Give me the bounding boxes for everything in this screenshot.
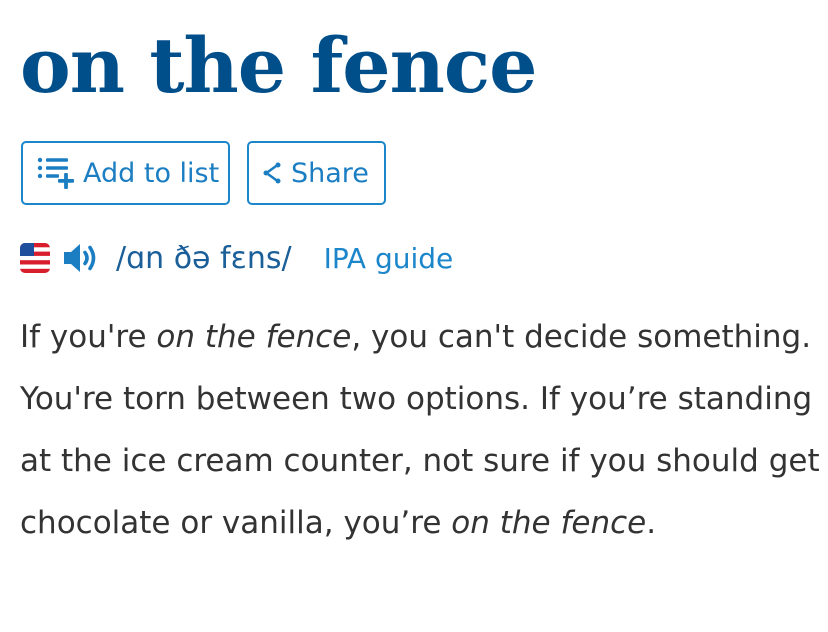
definition-phrase: on the fence: [156, 319, 352, 355]
definition-part: If you're: [20, 319, 157, 355]
add-to-list-icon: [37, 155, 75, 191]
add-to-list-button[interactable]: Add to list: [21, 141, 230, 205]
ipa-guide-link[interactable]: IPA guide: [324, 242, 454, 275]
definition-text: If you're on the fence, you can't decide…: [20, 306, 820, 554]
pronunciation-row: /ɑn ðə fɛns/ IPA guide: [20, 236, 453, 280]
share-button[interactable]: Share: [247, 141, 386, 205]
definition-phrase: on the fence: [451, 505, 647, 541]
share-icon: [263, 162, 281, 184]
us-flag-icon: [20, 243, 50, 273]
entry-title: on the fence: [20, 21, 538, 110]
ipa-transcription: /ɑn ðə fɛns/: [116, 240, 292, 276]
definition-part: .: [646, 505, 657, 541]
speaker-icon[interactable]: [62, 241, 100, 275]
share-label: Share: [291, 157, 369, 189]
add-to-list-label: Add to list: [83, 157, 220, 189]
